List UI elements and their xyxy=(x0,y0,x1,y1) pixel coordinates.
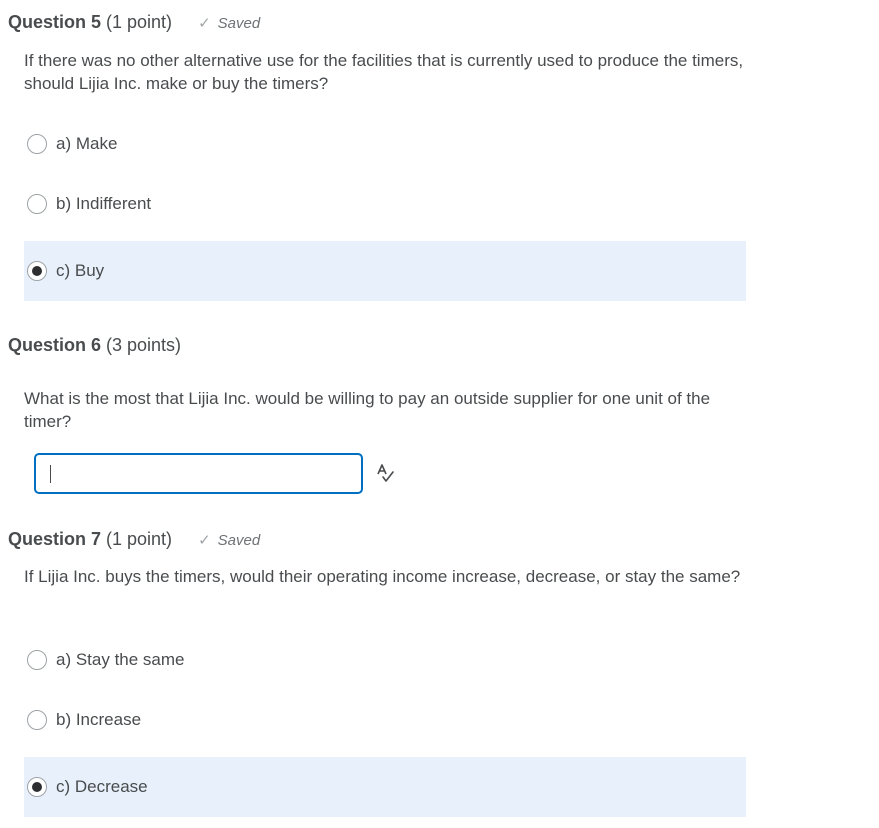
radio-button[interactable] xyxy=(27,134,47,154)
question-5-header: Question 5 (1 point) ✓ Saved xyxy=(8,12,260,33)
question-title: Question 6 xyxy=(8,335,102,355)
option-decrease[interactable]: c) Decrease xyxy=(24,757,746,817)
option-stay-the-same[interactable]: a) Stay the same xyxy=(24,630,746,690)
question-title: Question 7 xyxy=(8,529,102,549)
question-points: (1 point) xyxy=(106,529,173,549)
checkmark-icon: ✓ xyxy=(198,532,211,549)
checkmark-icon: ✓ xyxy=(198,15,211,32)
option-buy[interactable]: c) Buy xyxy=(24,241,746,301)
option-label: b) Indifferent xyxy=(56,194,152,213)
saved-label: Saved xyxy=(217,14,261,32)
question-points: (1 point) xyxy=(106,12,173,32)
question-6-header: Question 6 (3 points) xyxy=(8,335,181,356)
option-label: a) Make xyxy=(56,134,118,153)
question-points: (3 points) xyxy=(106,335,182,355)
question-text: What is the most that Lijia Inc. would b… xyxy=(24,389,711,431)
saved-status: ✓ Saved xyxy=(198,14,261,33)
question-text: If Lijia Inc. buys the timers, would the… xyxy=(24,567,741,586)
saved-status: ✓ Saved xyxy=(198,531,261,550)
option-label: b) Increase xyxy=(56,710,142,729)
option-make[interactable]: a) Make xyxy=(24,114,746,174)
radio-button[interactable] xyxy=(27,650,47,670)
saved-label: Saved xyxy=(217,531,261,549)
radio-button[interactable] xyxy=(27,194,47,214)
question-text: If there was no other alternative use fo… xyxy=(24,51,744,93)
question-title: Question 5 xyxy=(8,12,102,32)
spellcheck-icon[interactable] xyxy=(375,462,397,484)
answer-input[interactable] xyxy=(34,453,363,494)
option-label: a) Stay the same xyxy=(56,650,185,669)
radio-button-checked[interactable] xyxy=(27,261,47,281)
radio-button[interactable] xyxy=(27,710,47,730)
radio-button-checked[interactable] xyxy=(27,777,47,797)
option-indifferent[interactable]: b) Indifferent xyxy=(24,174,746,234)
question-7-header: Question 7 (1 point) ✓ Saved xyxy=(8,529,260,550)
option-label: c) Decrease xyxy=(56,777,148,796)
option-label: c) Buy xyxy=(56,261,105,280)
option-increase[interactable]: b) Increase xyxy=(24,690,746,750)
text-cursor xyxy=(50,465,51,483)
